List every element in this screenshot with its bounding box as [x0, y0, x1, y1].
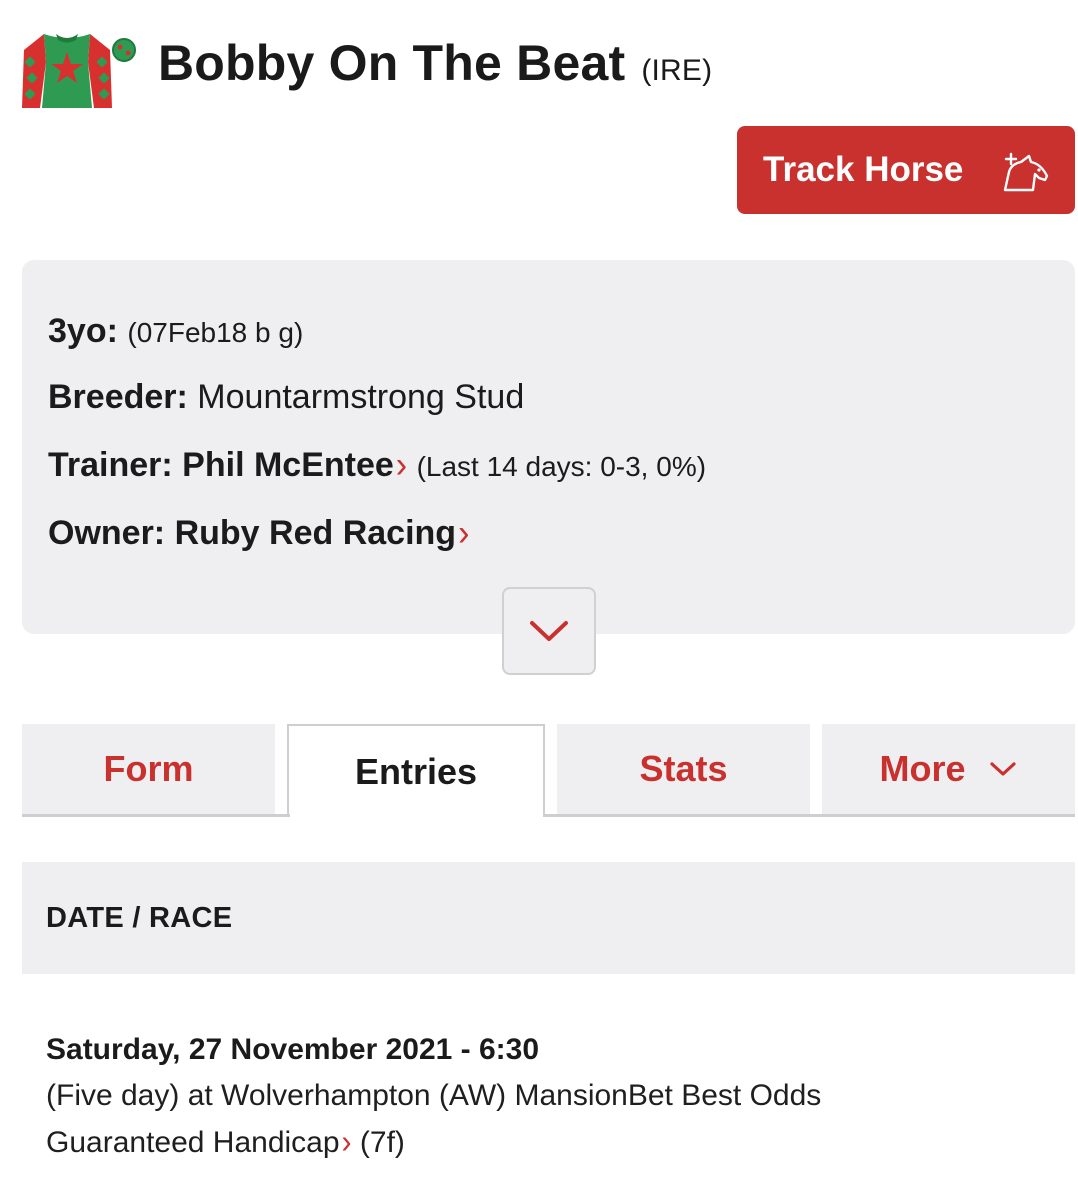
horse-plus-icon — [1003, 152, 1049, 192]
tab-stats[interactable]: Stats — [557, 724, 810, 814]
owner-row: Owner: Ruby Red Racing› — [48, 512, 470, 554]
age-value: (07Feb18 b g) — [127, 317, 304, 348]
race-link[interactable]: Guaranteed Handicap — [46, 1126, 340, 1159]
tab-label: Form — [103, 748, 194, 789]
breeder-row: Breeder: Mountarmstrong Stud — [48, 378, 524, 417]
breeder-value: Mountarmstrong Stud — [197, 378, 525, 416]
horse-name-title: Bobby On The Beat (IRE) — [158, 34, 712, 92]
chevron-right-icon: › — [395, 444, 408, 486]
horse-name: Bobby On The Beat — [158, 35, 626, 91]
jockey-silks-icon — [22, 34, 136, 108]
tab-divider-gap — [290, 814, 543, 817]
race-description: (Five day) at Wolverhampton (AW) Mansion… — [46, 1079, 822, 1112]
horse-country: (IRE) — [641, 54, 713, 87]
horse-profile-page: Bobby On The Beat (IRE) Track Horse 3yo: … — [0, 0, 1078, 1200]
trainer-row: Trainer: Phil McEntee› (Last 14 days: 0-… — [48, 444, 707, 486]
list-item: Saturday, 27 November 2021 - 6:30 (Five … — [46, 1030, 1046, 1166]
chevron-down-icon — [989, 762, 1016, 776]
race-distance: (7f) — [359, 1125, 405, 1159]
breeder-label: Breeder: — [48, 378, 188, 416]
tab-divider — [22, 814, 1075, 817]
trainer-label: Trainer: — [48, 446, 173, 484]
tab-more[interactable]: More — [822, 724, 1075, 814]
tab-label: Stats — [639, 748, 728, 789]
age-row: 3yo: (07Feb18 b g) — [48, 312, 303, 351]
tab-entries[interactable]: Entries — [287, 724, 545, 817]
chevron-right-icon: › — [458, 512, 470, 554]
track-horse-label: Track Horse — [763, 150, 964, 189]
tab-label: More — [879, 748, 966, 789]
owner-label: Owner: — [48, 514, 166, 552]
tab-form[interactable]: Form — [22, 724, 275, 814]
trainer-stats: (Last 14 days: 0-3, 0%) — [416, 451, 707, 482]
expand-info-button[interactable] — [502, 587, 596, 675]
tab-label: Entries — [354, 750, 478, 792]
age-label: 3yo: — [48, 312, 118, 350]
owner-link[interactable]: Ruby Red Racing — [175, 514, 456, 552]
chevron-right-icon: › — [341, 1123, 352, 1161]
horse-info-panel: 3yo: (07Feb18 b g) Breeder: Mountarmstro… — [22, 260, 1075, 634]
trainer-link[interactable]: Phil McEntee — [182, 446, 394, 484]
table-header: DATE / RACE — [22, 862, 1075, 974]
entry-date: Saturday, 27 November 2021 - 6:30 — [46, 1033, 540, 1066]
chevron-down-icon — [530, 621, 568, 641]
column-header-date-race: DATE / RACE — [46, 901, 233, 934]
tab-bar: Form Entries Stats More — [22, 724, 1075, 817]
entry-race: (Five day) at Wolverhampton (AW) Mansion… — [46, 1073, 1046, 1166]
track-horse-button[interactable]: Track Horse — [737, 126, 1075, 214]
